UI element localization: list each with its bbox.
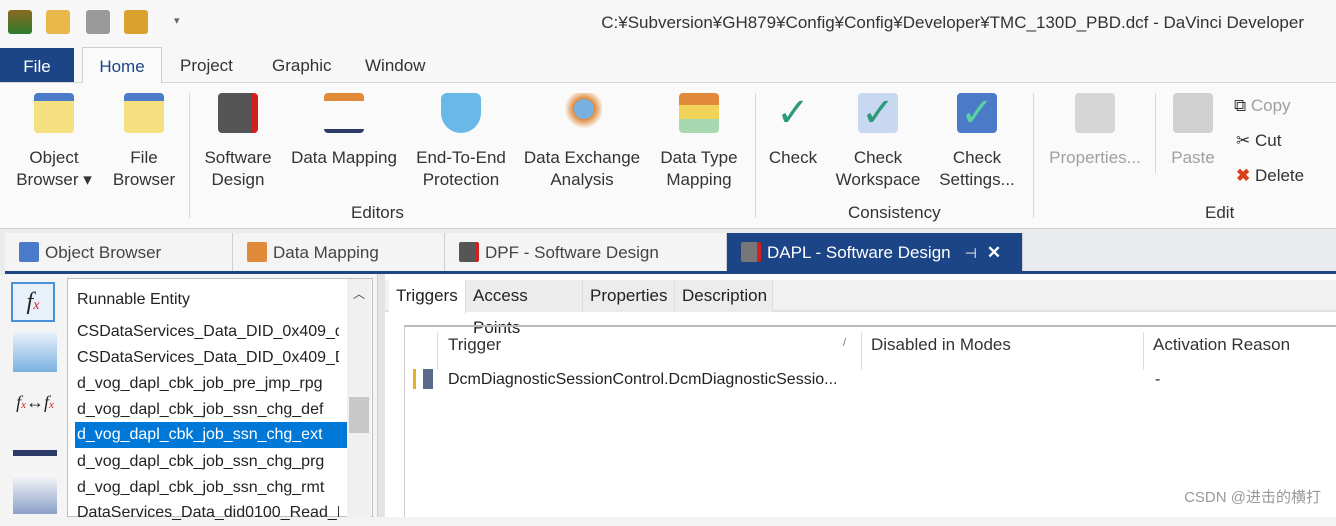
column-separator[interactable] (1143, 332, 1144, 370)
tab-graphic[interactable]: Graphic (258, 47, 346, 83)
list-item[interactable]: CSDataServices_Data_DID_0x409_DID (77, 345, 339, 371)
object-browser-icon (34, 93, 74, 133)
scroll-up-icon[interactable]: ︿ (353, 285, 365, 302)
activation-reason-cell[interactable]: - (1155, 371, 1160, 389)
tab-access-points[interactable]: Access Points (466, 280, 583, 337)
separator (755, 93, 756, 218)
delete-button[interactable]: ✖ Delete (1236, 159, 1304, 193)
scrollbar-thumb[interactable] (349, 397, 369, 433)
check-button[interactable]: ✓ Check (762, 91, 824, 169)
doc-tab-dpf-software-design[interactable]: DPF - Software Design (445, 233, 727, 273)
data-mapping-icon (324, 93, 364, 133)
close-icon[interactable]: ✕ (987, 243, 1001, 262)
group-label-edit: Edit (1205, 203, 1235, 222)
open-recent-icon[interactable] (124, 10, 148, 34)
document-tabs: Object Browser Data Mapping DPF - Softwa… (0, 229, 1336, 275)
tab-file[interactable]: File (0, 48, 74, 82)
data-type-mapping-button[interactable]: Data Type Mapping (652, 91, 746, 191)
panel-splitter[interactable] (377, 274, 385, 517)
save-icon[interactable] (86, 10, 110, 34)
software-design-icon (459, 242, 479, 262)
tab-triggers[interactable]: Triggers (389, 280, 466, 314)
tab-home[interactable]: Home (82, 47, 162, 84)
list-item[interactable]: d_vog_dapl_cbk_job_ssn_chg_def (77, 397, 339, 423)
check-settings-button[interactable]: ✓ Check Settings... (932, 91, 1022, 191)
tab-description[interactable]: Description (675, 280, 773, 312)
file-browser-icon (124, 93, 164, 133)
paste-icon (1173, 93, 1213, 133)
sort-indicator-icon: / (843, 337, 847, 349)
check-workspace-icon: ✓ (858, 93, 898, 133)
scissors-icon: ✂ (1236, 131, 1255, 150)
window-title: C:¥Subversion¥GH879¥Config¥Config¥Develo… (601, 13, 1304, 32)
magnifier-icon (562, 93, 602, 133)
data-exchange-analysis-button[interactable]: Data Exchange Analysis (520, 91, 644, 191)
detail-tabs: Triggers Access Points Properties Descri… (385, 280, 1336, 337)
column-header-trigger[interactable]: Trigger (448, 335, 501, 355)
separator (1033, 93, 1034, 218)
doc-tab-data-mapping[interactable]: Data Mapping (233, 233, 445, 273)
watermark: CSDN @进击的横打 (1184, 489, 1321, 506)
column-header-activation-reason[interactable]: Activation Reason (1153, 335, 1290, 355)
list-item[interactable]: CSDataServices_Data_DID_0x409_did0 (77, 319, 339, 345)
list-item-selected[interactable]: d_vog_dapl_cbk_job_ssn_chg_ext (75, 422, 347, 448)
check-workspace-button[interactable]: ✓ Check Workspace (832, 91, 924, 191)
check-settings-icon: ✓ (957, 93, 997, 133)
software-design-button[interactable]: Software Design (196, 91, 280, 191)
copy-button[interactable]: ⧉ Copy (1234, 89, 1291, 123)
tab-project[interactable]: Project (166, 47, 247, 83)
column-separator (437, 332, 438, 370)
column-separator[interactable] (861, 332, 862, 370)
delete-x-icon: ✖ (1236, 166, 1255, 185)
access-lock-icon[interactable] (13, 332, 57, 372)
runnable-list: Runnable Entity CSDataServices_Data_DID_… (67, 278, 373, 521)
object-browser-icon (19, 242, 39, 262)
separator (189, 93, 190, 218)
column-header-disabled-in-modes[interactable]: Disabled in Modes (871, 335, 1011, 355)
data-type-icon (679, 93, 719, 133)
open-folder-icon[interactable] (46, 10, 70, 34)
paste-button[interactable]: Paste (1164, 91, 1222, 169)
copy-icon: ⧉ (1234, 96, 1251, 115)
app-logo-icon[interactable] (8, 10, 32, 34)
pin-icon[interactable]: ⊣ (965, 245, 977, 261)
cut-button[interactable]: ✂ Cut (1236, 124, 1281, 158)
list-item[interactable]: d_vog_dapl_cbk_job_ssn_chg_prg (77, 449, 339, 475)
list-item[interactable]: d_vog_dapl_cbk_job_pre_jmp_rpg (77, 371, 339, 397)
data-mapping-icon (247, 242, 267, 262)
runnable-function-icon[interactable]: fx (11, 282, 55, 322)
ribbon-tabs: File Home Project Graphic Window (0, 47, 1336, 84)
trigger-cell[interactable]: DcmDiagnosticSessionControl.DcmDiagnosti… (448, 371, 837, 389)
software-design-icon (741, 242, 761, 262)
properties-icon (1075, 93, 1115, 133)
check-icon: ✓ (776, 91, 810, 135)
customize-dropdown-icon[interactable]: ▾ (174, 14, 180, 27)
details-pane: Triggers Access Points Properties Descri… (385, 274, 1336, 517)
ribbon: Object Browser ▾ File Browser Software D… (0, 83, 1336, 229)
file-browser-button[interactable]: File Browser (108, 91, 180, 191)
group-label-consistency: Consistency (848, 203, 941, 222)
function-mapping-icon[interactable]: fx↔fx (13, 382, 57, 422)
doc-tab-dapl-software-design[interactable]: DAPL - Software Design ⊣ ✕ (727, 233, 1023, 273)
vertical-scrollbar[interactable]: ︿ (347, 279, 371, 518)
shield-icon (441, 93, 481, 133)
group-label-editors: Editors (351, 203, 404, 222)
list-item[interactable]: d_vog_dapl_cbk_job_ssn_chg_rmt (77, 475, 339, 501)
tab-window[interactable]: Window (351, 47, 439, 83)
title-bar: ▾ C:¥Subversion¥GH879¥Config¥Config¥Deve… (0, 0, 1336, 47)
data-mapping-button[interactable]: Data Mapping (288, 91, 400, 169)
e2e-protection-button[interactable]: End-To-End Protection (410, 91, 512, 191)
software-design-icon (218, 93, 258, 133)
list-header[interactable]: Runnable Entity (77, 287, 339, 313)
separator (1155, 93, 1156, 173)
list-item[interactable]: DataServices_Data_did0100_Read_Rea (77, 500, 339, 526)
properties-button[interactable]: Properties... (1042, 91, 1148, 169)
doc-tab-object-browser[interactable]: Object Browser (5, 233, 233, 273)
tab-properties[interactable]: Properties (583, 280, 675, 312)
slider-icon[interactable] (13, 432, 57, 472)
object-browser-button[interactable]: Object Browser ▾ (10, 91, 98, 191)
mode-switch-trigger-icon (413, 369, 433, 389)
service-check-icon[interactable] (13, 474, 57, 514)
